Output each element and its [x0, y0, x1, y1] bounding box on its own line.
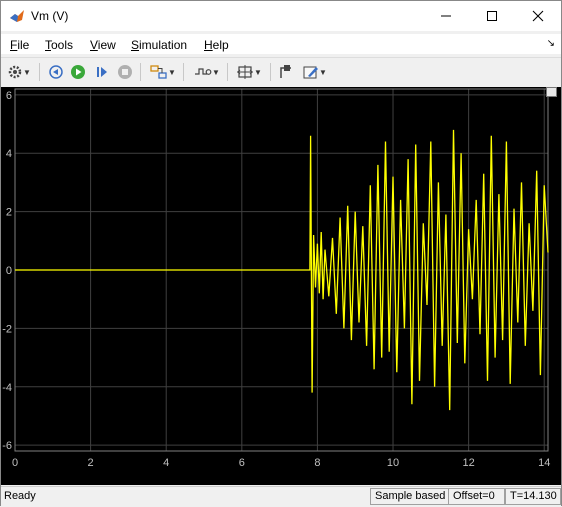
stop-icon: [118, 65, 132, 79]
status-bar: Ready Sample based Offset=0 T=14.130: [1, 486, 561, 507]
style-icon: [303, 66, 319, 79]
step-forward-icon: [97, 67, 107, 77]
y-tick-label: 2: [6, 207, 12, 219]
y-tick-label: -4: [2, 382, 12, 394]
highlight-button[interactable]: ▼: [147, 62, 179, 82]
y-tick-label: -2: [2, 323, 12, 335]
triggers-button[interactable]: ▼: [191, 62, 223, 82]
y-tick-label: 0: [6, 265, 12, 277]
x-tick-label: 14: [538, 457, 550, 469]
triggers-icon: [195, 68, 212, 75]
menu-bar: File Tools View Simulation Help ↘: [1, 34, 561, 54]
expand-plot-button[interactable]: [546, 87, 557, 97]
cursor-measure-icon: [280, 65, 291, 78]
step-back-icon: [49, 65, 63, 79]
x-tick-label: 8: [314, 457, 320, 469]
minimize-icon: [441, 15, 451, 17]
scope-window: Vm (V) File Tools View Simulation Help ↘…: [0, 0, 562, 507]
scope-display[interactable]: 0 2 4 6 8 10 12 14 -6 -4 -2 0 2 4 6: [1, 87, 561, 485]
matlab-icon: [10, 10, 24, 22]
maximize-icon: [487, 11, 497, 21]
zoom-fit-icon: [237, 65, 254, 79]
step-back-button[interactable]: [47, 62, 65, 82]
offset-field: Offset=0: [448, 488, 505, 505]
maximize-button[interactable]: [469, 1, 515, 31]
scope-plot[interactable]: 0 2 4 6 8 10 12 14 -6 -4 -2 0 2 4 6: [1, 87, 561, 485]
y-tick-label: -6: [2, 440, 12, 452]
settings-button[interactable]: ▼: [5, 62, 33, 82]
toolbar: ▼ ▼ ▼ ▼ ▼: [1, 57, 561, 86]
x-tick-label: 6: [239, 457, 245, 469]
minimize-button[interactable]: [423, 1, 469, 31]
x-tick-label: 10: [387, 457, 399, 469]
highlight-icon: [150, 65, 167, 79]
status-ready-text: Ready: [4, 490, 36, 502]
step-forward-button[interactable]: [93, 62, 111, 82]
style-button[interactable]: ▼: [299, 62, 331, 82]
stop-button[interactable]: [116, 62, 134, 82]
x-tick-label: 4: [163, 457, 169, 469]
dock-arrow-icon[interactable]: ↘: [547, 38, 555, 49]
cursor-measure-button[interactable]: [276, 62, 296, 82]
settings-icon: [8, 65, 22, 79]
menu-tools[interactable]: Tools: [45, 38, 73, 52]
menu-help[interactable]: Help: [204, 38, 229, 52]
x-tick-label: 12: [462, 457, 474, 469]
run-icon: [71, 65, 85, 79]
menu-file[interactable]: File: [10, 38, 29, 52]
y-tick-label: 6: [6, 90, 12, 102]
zoom-fit-button[interactable]: ▼: [233, 62, 265, 82]
y-tick-label: 4: [6, 148, 12, 160]
window-title: Vm (V): [31, 9, 69, 23]
close-icon: [532, 10, 544, 22]
plot-background: [1, 87, 561, 485]
close-button[interactable]: [515, 1, 561, 31]
menu-view[interactable]: View: [90, 38, 116, 52]
time-field: T=14.130: [505, 488, 561, 505]
title-bar: Vm (V): [1, 1, 561, 31]
run-button[interactable]: [69, 62, 87, 82]
sample-mode-field: Sample based: [370, 488, 449, 505]
menu-simulation[interactable]: Simulation: [131, 38, 187, 52]
x-tick-label: 2: [88, 457, 94, 469]
x-tick-label: 0: [12, 457, 18, 469]
